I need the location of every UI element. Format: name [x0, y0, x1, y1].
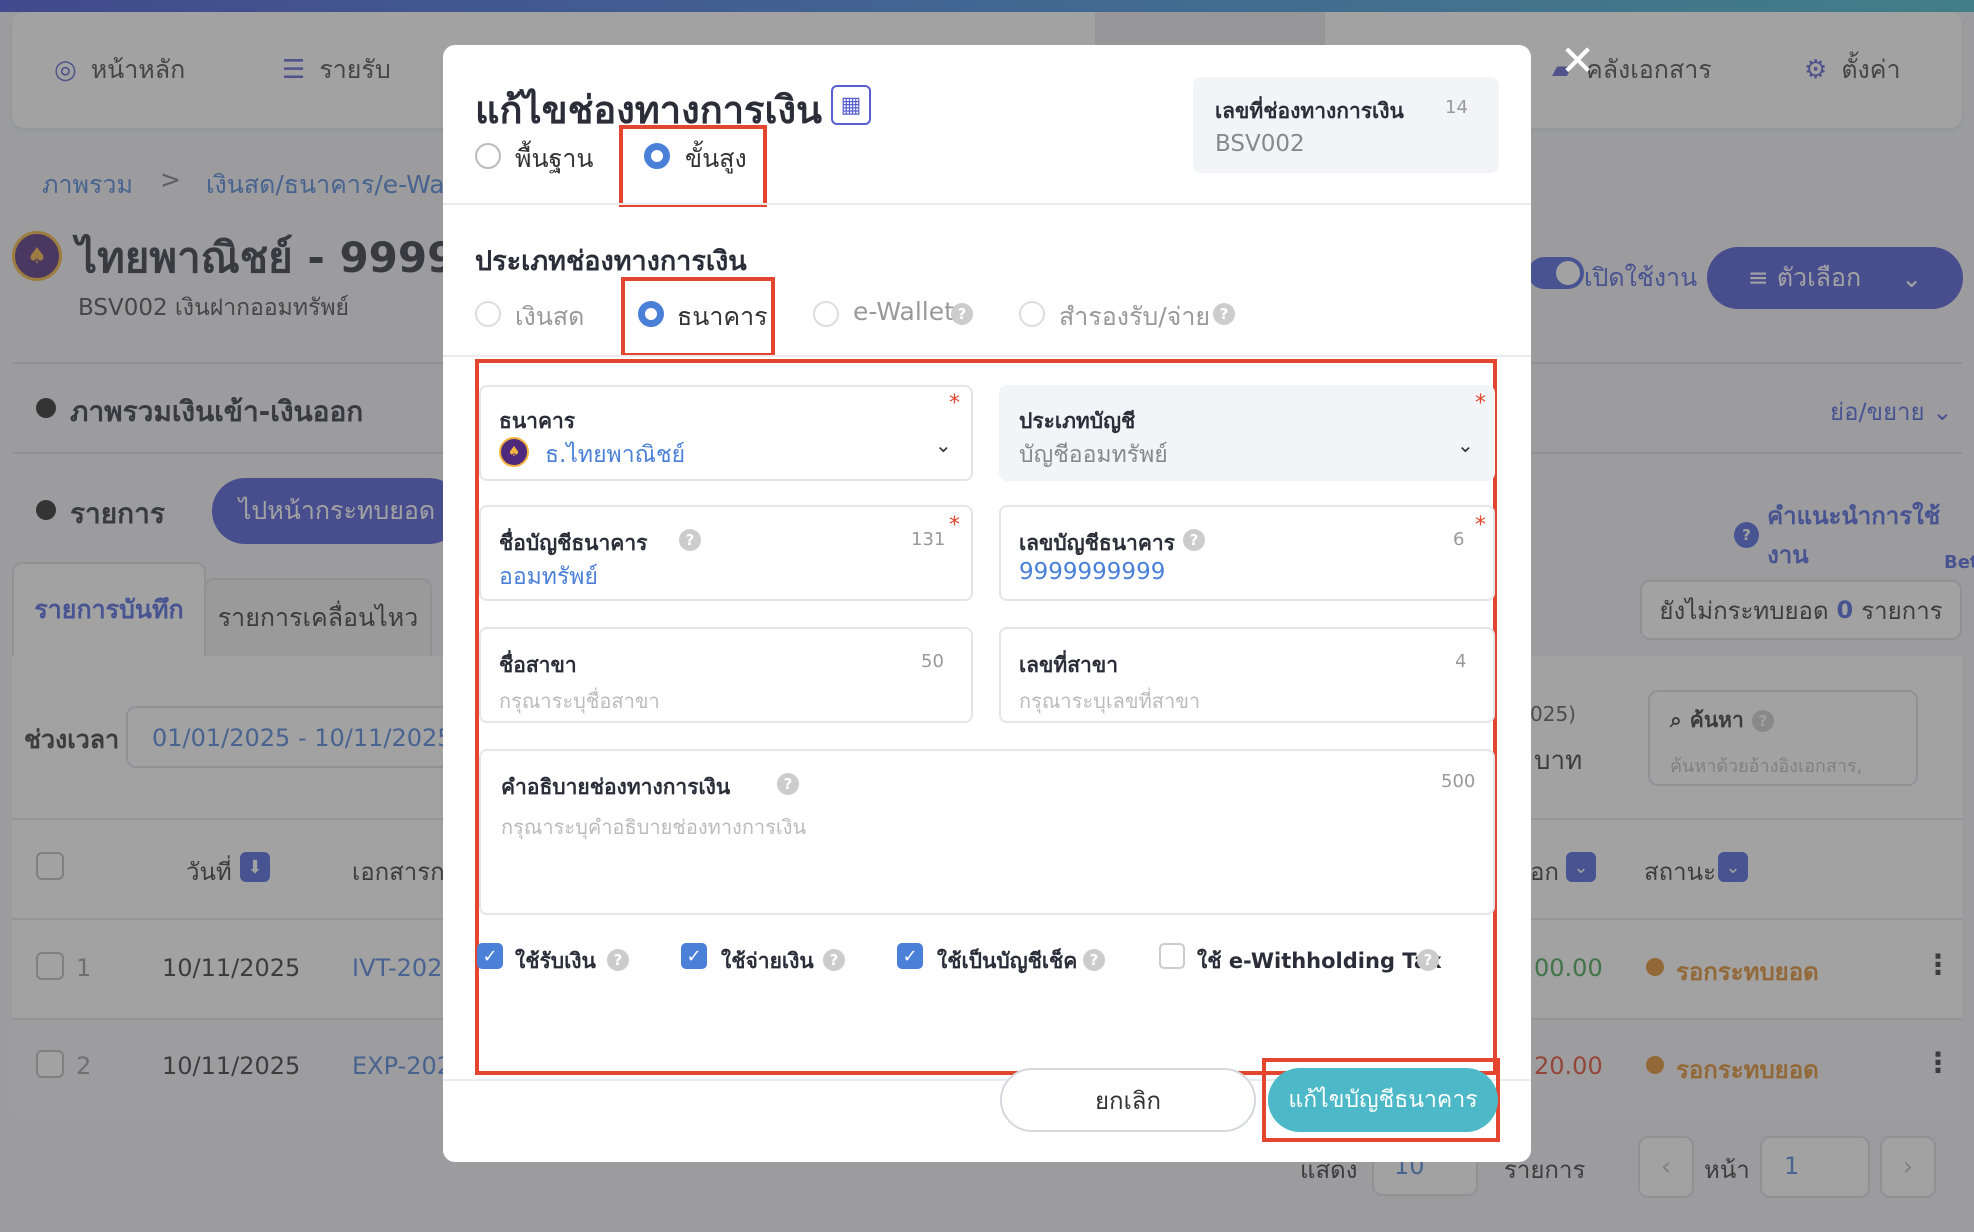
type-bank-label: ธนาคาร [677, 302, 768, 331]
account-type-value: บัญชีออมทรัพย์ [1019, 442, 1168, 468]
mode-basic-radio[interactable] [475, 143, 501, 169]
use-receive-checkbox[interactable]: ✓ [477, 943, 503, 969]
edit-channel-modal: แก้ไขช่องทางการเงิน ▦ พื้นฐาน ขั้นสูง เล… [443, 45, 1531, 1162]
bank-select[interactable]: ธนาคาร * ♠ ธ.ไทยพาณิชย์ ⌄ [479, 385, 973, 481]
required-mark: * [949, 391, 960, 416]
channel-number-box: เลขที่ช่องทางการเงิน 14 BSV002 [1193, 77, 1499, 173]
grid-lock-icon[interactable]: ▦ [831, 85, 871, 125]
bank-value: ธ.ไทยพาณิชย์ [545, 442, 686, 468]
type-cash-radio[interactable] [475, 301, 501, 327]
divider [443, 203, 1531, 205]
close-icon[interactable]: ✕ [1560, 40, 1595, 82]
use-pay-checkbox[interactable]: ✓ [681, 943, 707, 969]
type-reserve-label: สำรองรับ/จ่าย [1059, 302, 1211, 331]
use-cheque-checkbox[interactable]: ✓ [897, 943, 923, 969]
question-icon[interactable]: ? [679, 529, 701, 551]
bank-label: ธนาคาร [499, 409, 576, 433]
question-icon[interactable]: ? [1083, 949, 1105, 971]
divider [443, 355, 1531, 357]
description-count: 500 [1441, 771, 1476, 792]
account-name-value[interactable]: ออมทรัพย์ [499, 559, 598, 595]
branch-name-input[interactable]: กรุณาระบุชื่อสาขา [499, 685, 660, 717]
use-receive-label: ใช้รับเงิน [515, 949, 596, 973]
type-reserve-radio[interactable] [1019, 301, 1045, 327]
mode-advanced-label: ขั้นสูง [685, 144, 747, 173]
required-mark: * [1475, 391, 1486, 416]
branch-number-input[interactable]: กรุณาระบุเลขที่สาขา [1019, 685, 1200, 717]
use-cheque-label: ใช้เป็นบัญชีเช็ค [937, 949, 1078, 973]
chevron-down-icon: ⌄ [935, 433, 952, 457]
chevron-down-icon: ⌄ [1457, 433, 1474, 457]
account-name-field[interactable]: ชื่อบัญชีธนาคาร ? 131 * ออมทรัพย์ [479, 505, 973, 601]
branch-number-count: 4 [1455, 651, 1467, 672]
type-ewallet-radio[interactable] [813, 301, 839, 327]
question-icon[interactable]: ? [777, 773, 799, 795]
question-icon[interactable]: ? [1213, 303, 1235, 325]
question-icon[interactable]: ? [951, 303, 973, 325]
account-number-value[interactable]: 9999999999 [1019, 559, 1165, 585]
account-number-label: เลขบัญชีธนาคาร [1019, 531, 1175, 555]
account-number-field[interactable]: เลขบัญชีธนาคาร ? 6 * 9999999999 [999, 505, 1495, 601]
type-ewallet-label: e-Wallet [853, 297, 954, 326]
branch-name-label: ชื่อสาขา [499, 653, 577, 677]
question-icon[interactable]: ? [1183, 529, 1205, 551]
required-mark: * [1475, 513, 1486, 538]
channel-number-value: BSV002 [1215, 131, 1305, 157]
question-icon[interactable]: ? [823, 949, 845, 971]
channel-number-count: 14 [1445, 97, 1468, 118]
use-ewht-label: ใช้ e-Withholding Tax [1197, 949, 1442, 973]
branch-name-count: 50 [921, 651, 944, 672]
account-name-count: 131 [911, 529, 946, 550]
account-name-label: ชื่อบัญชีธนาคาร [499, 531, 648, 555]
type-cash-label: เงินสด [515, 302, 585, 331]
description-field[interactable]: คำอธิบายช่องทางการเงิน ? 500 กรุณาระบุคำ… [479, 749, 1495, 915]
channel-number-label: เลขที่ช่องทางการเงิน [1215, 99, 1404, 123]
account-type-select[interactable]: ประเภทบัญชี * บัญชีออมทรัพย์ ⌄ [999, 385, 1495, 481]
use-pay-label: ใช้จ่ายเงิน [721, 949, 814, 973]
mode-basic-label: พื้นฐาน [515, 144, 594, 173]
use-ewht-checkbox[interactable] [1159, 943, 1185, 969]
cancel-button[interactable]: ยกเลิก [1000, 1068, 1256, 1132]
question-icon[interactable]: ? [607, 949, 629, 971]
branch-name-field[interactable]: ชื่อสาขา 50 กรุณาระบุชื่อสาขา [479, 627, 973, 723]
question-icon[interactable]: ? [1417, 949, 1439, 971]
branch-number-label: เลขที่สาขา [1019, 653, 1119, 677]
mode-advanced-radio[interactable] [644, 143, 670, 169]
save-bank-account-button[interactable]: แก้ไขบัญชีธนาคาร [1268, 1068, 1498, 1132]
channel-type-heading: ประเภทช่องทางการเงิน [475, 246, 747, 277]
description-label: คำอธิบายช่องทางการเงิน [501, 775, 731, 799]
branch-number-field[interactable]: เลขที่สาขา 4 กรุณาระบุเลขที่สาขา [999, 627, 1495, 723]
account-number-count: 6 [1453, 529, 1465, 550]
type-bank-radio[interactable] [638, 301, 664, 327]
account-type-label: ประเภทบัญชี [1019, 409, 1136, 433]
description-input[interactable]: กรุณาระบุคำอธิบายช่องทางการเงิน [501, 811, 806, 843]
scb-bank-logo: ♠ [499, 437, 529, 467]
required-mark: * [949, 513, 960, 538]
